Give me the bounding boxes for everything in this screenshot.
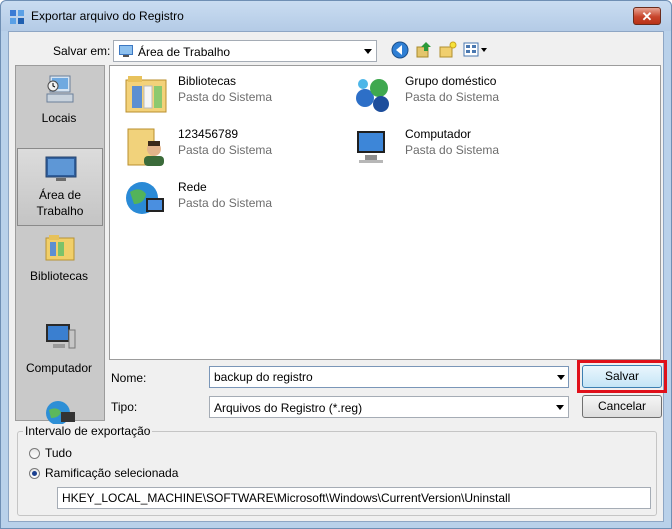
file-name-input[interactable]: backup do registro [209,366,569,388]
place-locais[interactable]: Locais [17,68,103,146]
save-in-value: Área de Trabalho [138,45,231,59]
file-item-computador[interactable]: Computador Pasta do Sistema [345,123,565,173]
place-area-de-trabalho[interactable]: Área de Trabalho [17,148,103,226]
file-name: Rede [178,180,207,194]
file-type: Pasta do Sistema [178,143,273,157]
radio-selected-branch[interactable] [29,468,40,479]
place-bibliotecas[interactable]: Bibliotecas [17,228,103,306]
up-folder-icon[interactable] [415,41,433,59]
file-name: Bibliotecas [178,74,237,88]
cancel-button[interactable]: Cancelar [582,395,662,418]
window-title: Exportar arquivo do Registro [31,9,184,23]
type-label: Tipo: [111,400,138,414]
name-label: Nome: [111,371,147,385]
network-icon [126,182,164,214]
radio-selected-branch-label[interactable]: Ramificação selecionada [45,466,178,480]
file-item-bibliotecas[interactable]: Bibliotecas Pasta do Sistema [118,70,338,120]
registry-app-icon [10,10,24,24]
file-type: Pasta do Sistema [178,90,273,104]
file-name: Grupo doméstico [405,74,497,88]
libraries-folder-icon [125,76,167,113]
chevron-down-icon[interactable] [557,375,565,380]
new-folder-icon[interactable] [439,41,457,59]
file-name: 123456789 [178,127,239,141]
place-label: Área de Trabalho [36,188,84,218]
place-label: Computador [25,361,93,375]
export-range-legend: Intervalo de exportação [23,424,153,438]
close-button[interactable]: ✕ [633,7,661,25]
file-type: Pasta do Sistema [405,143,500,157]
dialog-client-area: Salvar em: Área de Trabalho Locais Área … [8,31,667,522]
dialog-window: Exportar arquivo do Registro ✕ Salvar em… [0,0,672,529]
save-button[interactable]: Salvar [582,365,662,388]
selected-branch-path-input[interactable]: HKEY_LOCAL_MACHINE\SOFTWARE\Microsoft\Wi… [57,487,651,509]
file-item-rede[interactable]: Rede Pasta do Sistema [118,176,338,226]
computer-icon [46,324,76,349]
save-in-label: Salvar em: [53,44,111,58]
user-folder-icon [127,128,164,166]
file-type: Pasta do Sistema [405,90,500,104]
title-bar[interactable]: Exportar arquivo do Registro ✕ [1,1,671,31]
file-type: Pasta do Sistema [178,196,273,210]
save-in-combobox[interactable]: Área de Trabalho [113,40,377,62]
radio-all-label[interactable]: Tudo [45,446,72,460]
file-item-user[interactable]: 123456789 Pasta do Sistema [118,123,338,173]
file-type-value: Arquivos do Registro (*.reg) [214,401,363,415]
places-bar: Locais Área de Trabalho Bibliotecas Comp… [15,65,105,425]
back-icon[interactable] [391,41,409,59]
chevron-down-icon[interactable] [556,405,564,410]
desktop-icon [119,45,133,57]
libraries-icon [45,235,75,261]
place-rede[interactable] [17,388,103,425]
place-label: Bibliotecas [29,269,89,283]
place-label: Locais [41,111,77,125]
computer-icon [357,131,385,163]
file-type-combobox[interactable]: Arquivos do Registro (*.reg) [209,396,569,418]
desktop-icon [45,156,77,181]
recent-places-icon [46,75,74,103]
file-name: Computador [405,127,472,141]
file-item-grupo-domestico[interactable]: Grupo doméstico Pasta do Sistema [345,70,565,120]
file-list[interactable]: Bibliotecas Pasta do Sistema Grupo domés… [109,65,661,360]
radio-all[interactable] [29,448,40,459]
view-menu-icon[interactable] [463,41,489,59]
chevron-down-icon[interactable] [364,49,372,54]
place-computador[interactable]: Computador [17,308,103,386]
homegroup-icon [356,79,389,112]
